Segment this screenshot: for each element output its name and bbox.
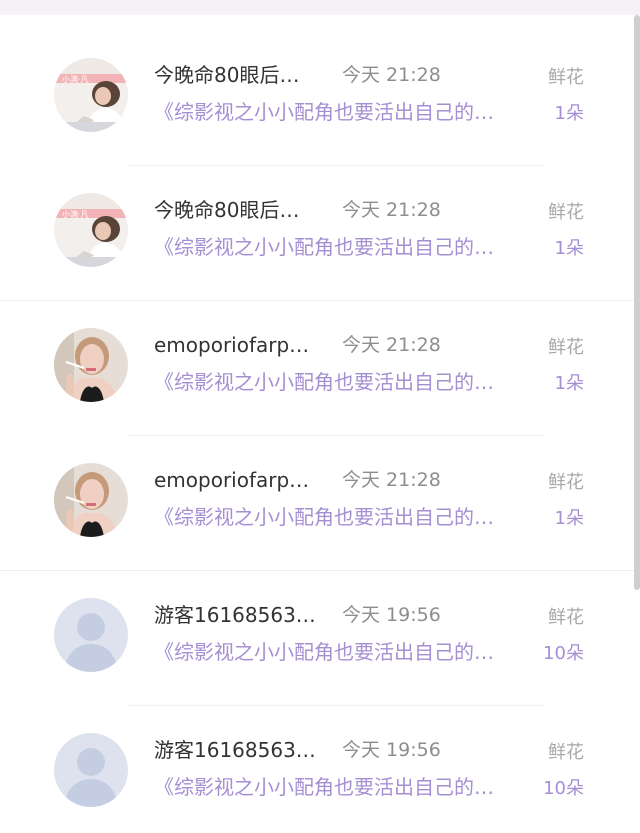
avatar[interactable]: 小满·凡 (54, 193, 128, 267)
gift-time: 今天 19:56 (342, 604, 441, 626)
gift-record-row[interactable]: 小满·凡 今晚命80眼后… 今天 21:28 鲜花 《综影视之小小配角也要活出自… (0, 31, 634, 166)
avatar-photo-woman-banner: 小满·凡 (54, 193, 128, 267)
gift-time: 今天 21:28 (342, 199, 441, 221)
avatar-photo-woman-smoking (54, 328, 128, 402)
book-title-link[interactable]: 《综影视之小小配角也要活出自己的… (154, 367, 532, 397)
gift-records-page: 小满·凡 今晚命80眼后… 今天 21:28 鲜花 《综影视之小小配角也要活出自… (0, 0, 640, 833)
gift-type-label: 鲜花 (548, 67, 584, 88)
gift-count: 1朵 (554, 238, 584, 259)
gift-time: 今天 21:28 (342, 64, 441, 86)
avatar-photo-woman-smoking (54, 463, 128, 537)
gift-count: 1朵 (554, 103, 584, 124)
scrollbar-thumb[interactable] (634, 15, 640, 590)
book-title-link[interactable]: 《综影视之小小配角也要活出自己的… (154, 502, 532, 532)
gift-time: 今天 21:28 (342, 469, 441, 491)
gift-record-row[interactable]: emoporiofarp… 今天 21:28 鲜花 《综影视之小小配角也要活出自… (0, 301, 634, 436)
book-title-link[interactable]: 《综影视之小小配角也要活出自己的… (154, 97, 532, 127)
avatar[interactable] (54, 463, 128, 537)
avatar-banner-text: 小满·凡 (62, 209, 89, 219)
gift-type-label: 鲜花 (548, 742, 584, 763)
gift-record-row[interactable]: 游客16168563… 今天 19:56 鲜花 《综影视之小小配角也要活出自己的… (0, 706, 634, 833)
user-name[interactable]: emoporiofarp… (154, 330, 324, 360)
gift-type-label: 鲜花 (548, 202, 584, 223)
gift-count: 10朵 (543, 643, 584, 664)
user-name[interactable]: 今晚命80眼后… (154, 60, 324, 90)
default-user-icon (54, 733, 128, 807)
top-bar (0, 0, 640, 15)
gift-type-label: 鲜花 (548, 337, 584, 358)
book-title-link[interactable]: 《综影视之小小配角也要活出自己的… (154, 232, 532, 262)
avatar[interactable] (54, 733, 128, 807)
gift-type-label: 鲜花 (548, 472, 584, 493)
avatar-banner-text: 小满·凡 (62, 74, 89, 84)
user-name[interactable]: emoporiofarp… (154, 465, 324, 495)
avatar[interactable] (54, 328, 128, 402)
gift-time: 今天 21:28 (342, 334, 441, 356)
gift-record-row[interactable]: 游客16168563… 今天 19:56 鲜花 《综影视之小小配角也要活出自己的… (0, 571, 634, 706)
gift-count: 10朵 (543, 778, 584, 799)
gift-record-list[interactable]: 小满·凡 今晚命80眼后… 今天 21:28 鲜花 《综影视之小小配角也要活出自… (0, 31, 634, 833)
gift-record-row[interactable]: 小满·凡 今晚命80眼后… 今天 21:28 鲜花 《综影视之小小配角也要活出自… (0, 166, 634, 301)
gift-count: 1朵 (554, 373, 584, 394)
avatar-photo-woman-banner: 小满·凡 (54, 58, 128, 132)
gift-count: 1朵 (554, 508, 584, 529)
avatar[interactable] (54, 598, 128, 672)
gift-time: 今天 19:56 (342, 739, 441, 761)
book-title-link[interactable]: 《综影视之小小配角也要活出自己的… (154, 772, 532, 802)
gift-type-label: 鲜花 (548, 607, 584, 628)
book-title-link[interactable]: 《综影视之小小配角也要活出自己的… (154, 637, 532, 667)
gift-record-row[interactable]: emoporiofarp… 今天 21:28 鲜花 《综影视之小小配角也要活出自… (0, 436, 634, 571)
user-name[interactable]: 今晚命80眼后… (154, 195, 324, 225)
user-name[interactable]: 游客16168563… (154, 735, 324, 765)
user-name[interactable]: 游客16168563… (154, 600, 324, 630)
default-user-icon (54, 598, 128, 672)
avatar[interactable]: 小满·凡 (54, 58, 128, 132)
